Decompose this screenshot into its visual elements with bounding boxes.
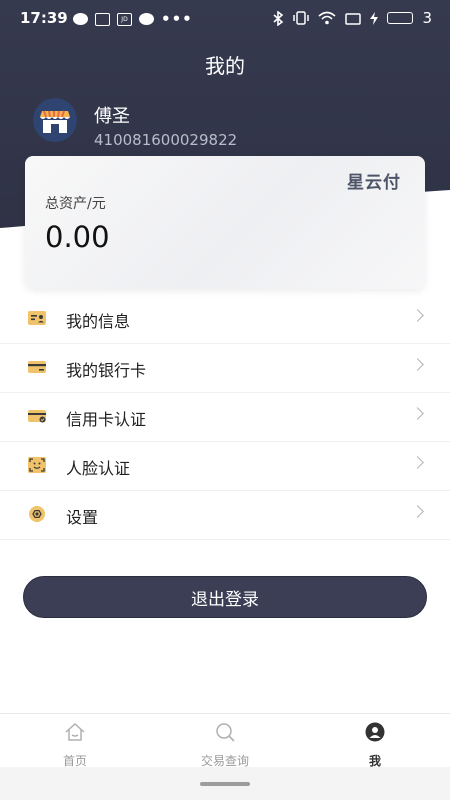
chevron-right-icon: [411, 358, 424, 371]
menu-list: 我的信息 我的银行卡 信用卡认证 人脸认证 设置: [0, 295, 450, 540]
menu-item-credit-card-verify[interactable]: 信用卡认证: [0, 393, 450, 442]
search-icon: [216, 723, 235, 742]
jd-icon: JD: [117, 12, 132, 26]
news-icon: [95, 12, 110, 26]
credit-card-verify-icon: [28, 410, 46, 423]
vibrate-icon: [293, 11, 310, 25]
store-avatar-icon: [33, 98, 77, 142]
bank-card-icon: [28, 361, 46, 373]
more-icon: •••: [161, 10, 193, 28]
menu-item-settings[interactable]: 设置: [0, 491, 450, 540]
brand-logo: 星云付: [347, 173, 401, 193]
chevron-right-icon: [411, 407, 424, 420]
battery-level: 3: [422, 9, 432, 27]
page-title: 我的: [205, 54, 245, 78]
chevron-right-icon: [411, 505, 424, 518]
id-card-icon: [28, 311, 46, 325]
bottom-nav: 首页 交易查询 我: [0, 713, 450, 768]
nav-tab-me[interactable]: 我: [330, 722, 420, 769]
menu-item-label: 我的信息: [66, 312, 131, 331]
menu-item-face-verify[interactable]: 人脸认证: [0, 442, 450, 491]
menu-item-my-info[interactable]: 我的信息: [0, 295, 450, 344]
chevron-right-icon: [411, 456, 424, 469]
status-system-icons: 3: [273, 9, 432, 27]
user-name: 傅圣: [94, 106, 130, 127]
screen-icon: [345, 12, 362, 25]
logout-button[interactable]: 退出登录: [23, 576, 427, 618]
status-notification-icons: JD •••: [73, 10, 193, 28]
menu-item-bank-card[interactable]: 我的银行卡: [0, 344, 450, 393]
settings-icon: [29, 506, 45, 522]
avatar[interactable]: [33, 98, 77, 142]
wifi-icon: [318, 11, 336, 25]
home-indicator[interactable]: [200, 782, 250, 786]
asset-card: 星云付 总资产/元 0.00: [25, 156, 425, 289]
menu-item-label: 设置: [66, 508, 99, 527]
home-icon: [65, 722, 85, 741]
battery-icon: [387, 12, 414, 24]
profile-icon: [365, 722, 385, 742]
chat-icon: [139, 13, 154, 25]
nav-tab-home[interactable]: 首页: [30, 722, 120, 769]
nav-tab-transactions[interactable]: 交易查询: [180, 722, 270, 769]
bluetooth-icon: [273, 10, 284, 26]
total-assets-value: 0.00: [45, 220, 110, 254]
face-scan-icon: [28, 457, 46, 473]
chat-icon: [73, 13, 88, 25]
menu-item-label: 信用卡认证: [66, 410, 147, 429]
chevron-right-icon: [411, 309, 424, 322]
status-time: 17:39: [20, 9, 68, 27]
total-assets-label: 总资产/元: [45, 196, 106, 212]
menu-item-label: 人脸认证: [66, 459, 131, 478]
menu-item-label: 我的银行卡: [66, 361, 147, 380]
status-bar: 17:39 JD ••• 3: [0, 0, 450, 38]
system-navigation-bar: [0, 767, 450, 800]
charging-icon: [370, 11, 379, 25]
user-id: 410081600029822: [94, 131, 238, 149]
